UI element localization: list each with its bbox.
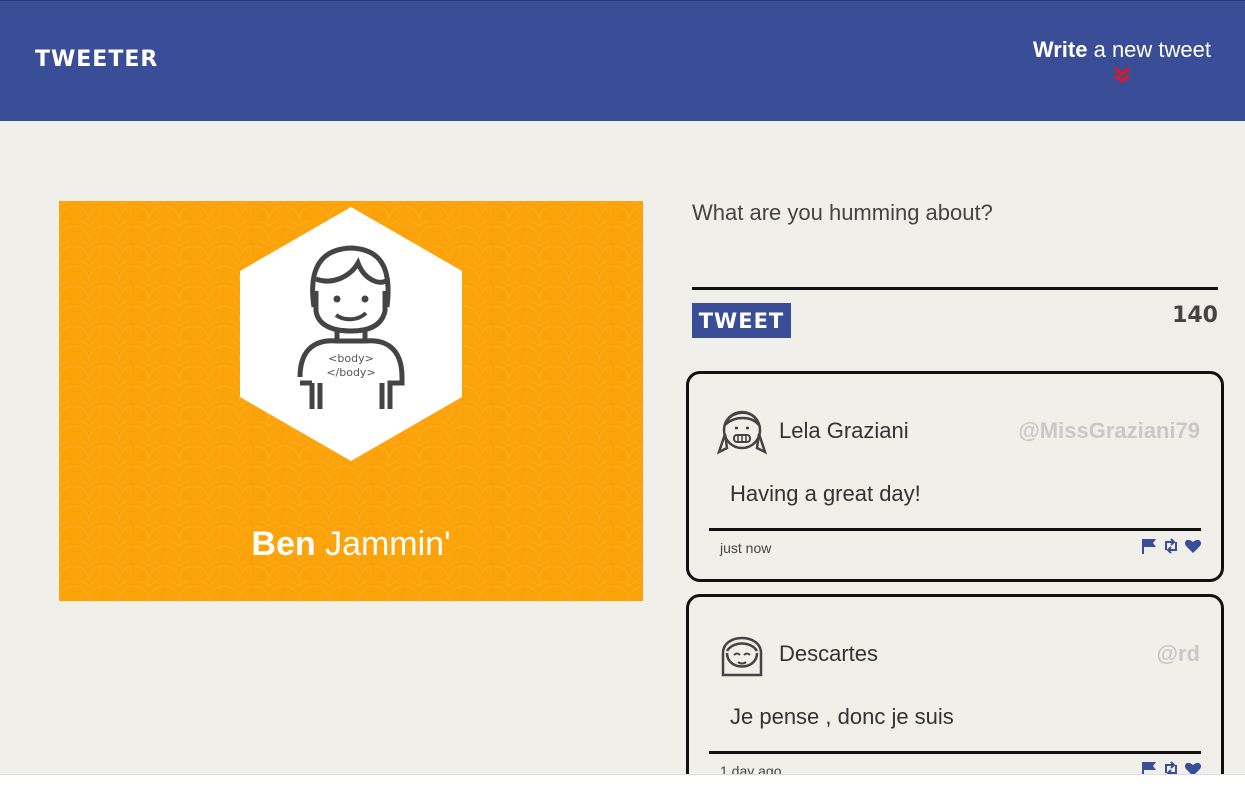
- profile-name: Ben Jammin': [59, 525, 643, 564]
- tweet-time: just now: [720, 540, 772, 556]
- tweet-handle[interactable]: @rd: [1157, 641, 1200, 667]
- profile-last-name: Jammin': [315, 525, 451, 563]
- tweet-input[interactable]: [692, 200, 1218, 290]
- shirt-text-1: <body>: [328, 352, 374, 365]
- girl-bangs-avatar: [721, 636, 763, 677]
- tweet-author: Lela Graziani: [779, 418, 909, 443]
- profile-card: <body> </body> Ben Jammin': [59, 201, 643, 601]
- tweet-content: Je pense , donc je suis: [730, 704, 954, 729]
- chevron-double-down-icon: [1113, 66, 1130, 83]
- tweet-divider: [709, 528, 1201, 531]
- compose-toggle-label: a new tweet: [1087, 37, 1211, 62]
- top-nav: Tweeter Write a new tweet: [0, 0, 1245, 121]
- compose-toggle-bold: Write: [1032, 37, 1088, 62]
- profile-avatar: <body> </body>: [240, 207, 462, 461]
- shirt-text-2: </body>: [326, 366, 375, 379]
- tweet-card: Lela Graziani @MissGraziani79 Having a g…: [686, 371, 1224, 582]
- tweet-handle[interactable]: @MissGraziani79: [1018, 418, 1200, 444]
- tweet-actions: [1140, 538, 1202, 554]
- char-counter: 140: [1172, 303, 1218, 328]
- girl-pigtails-avatar: [716, 410, 768, 455]
- tweet-author: Descartes: [779, 641, 879, 666]
- tweet-card: Descartes @rd Je pense , donc je suis 1 …: [686, 594, 1224, 789]
- window-bottom-edge: [0, 774, 1245, 789]
- tweet-button[interactable]: Tweet: [692, 303, 791, 338]
- retweet-icon[interactable]: [1162, 538, 1180, 554]
- brand-logo[interactable]: Tweeter: [35, 47, 158, 72]
- tweet-divider: [709, 751, 1201, 754]
- heart-icon[interactable]: [1184, 538, 1202, 554]
- compose-toggle-button[interactable]: Write a new tweet: [1033, 37, 1211, 85]
- profile-first-name: Ben: [251, 525, 316, 563]
- flag-icon[interactable]: [1140, 538, 1158, 554]
- tweet-content: Having a great day!: [730, 481, 921, 506]
